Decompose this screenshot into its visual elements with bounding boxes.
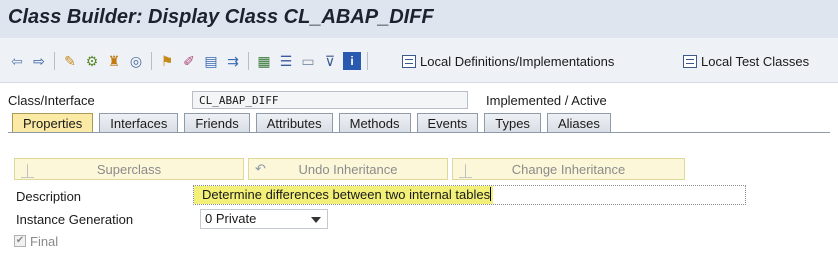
tab-properties[interactable]: Properties (12, 113, 94, 133)
tab-friends[interactable]: Friends (184, 113, 250, 133)
undo-inheritance-button[interactable]: ↶ Undo Inheritance (248, 158, 448, 180)
tab-panel-border (8, 132, 830, 133)
title-bar: Class Builder: Display Class CL_ABAP_DIF… (0, 0, 838, 38)
page-title: Class Builder: Display Class CL_ABAP_DIF… (8, 6, 434, 28)
toolbar-separator (151, 52, 152, 70)
tab-strip: Properties Interfaces Friends Attributes… (12, 113, 617, 133)
class-interface-label: Class/Interface (8, 93, 95, 108)
class-name-field[interactable]: CL_ABAP_DIFF (192, 91, 468, 109)
test-icon[interactable]: ◎ (127, 52, 145, 70)
filter-icon[interactable]: ⊽ (321, 52, 339, 70)
undo-inheritance-label: Undo Inheritance (298, 162, 398, 177)
tab-attributes[interactable]: Attributes (255, 113, 333, 133)
description-label: Description (16, 189, 82, 204)
other-object-icon[interactable]: ✎ (61, 52, 79, 70)
window-icon[interactable]: ☰ (277, 52, 295, 70)
description-field[interactable]: Determine differences between two intern… (193, 185, 746, 205)
superclass-label: Superclass (96, 162, 162, 177)
document-icon (402, 54, 416, 68)
final-label: Final (30, 234, 59, 249)
chevron-down-icon (311, 217, 321, 223)
tab-types[interactable]: Types (484, 113, 541, 133)
toolbar-icon-group: ⇦ ⇨ ✎ ⚙ ♜ ◎ ⚑ ✐ ▤ ⇉ ▦ ☰ ▭ ⊽ i (8, 52, 374, 70)
tab-interfaces[interactable]: Interfaces (99, 113, 179, 133)
toolbar-separator (248, 52, 249, 70)
text-cursor (490, 187, 492, 201)
frame-icon[interactable]: ▭ (299, 52, 317, 70)
activate-icon[interactable]: ♜ (105, 52, 123, 70)
tab-methods[interactable]: Methods (338, 113, 411, 133)
back-arrow-icon[interactable]: ⇦ (8, 52, 26, 70)
toolbar-separator (367, 52, 368, 70)
document-icon (683, 54, 697, 68)
application-toolbar: ⇦ ⇨ ✎ ⚙ ♜ ◎ ⚑ ✐ ▤ ⇉ ▦ ☰ ▭ ⊽ i Local Defi… (0, 38, 838, 83)
class-status: Implemented / Active (486, 93, 607, 108)
hierarchy-icon[interactable]: ⇉ (224, 52, 242, 70)
object-list-icon[interactable]: ✐ (180, 52, 198, 70)
description-value: Determine differences between two intern… (194, 186, 494, 204)
local-test-classes-label: Local Test Classes (701, 53, 810, 69)
local-definitions-button[interactable]: Local Definitions/Implementations (402, 51, 614, 71)
toolbar-separator (54, 52, 55, 70)
layout-icon[interactable]: ▦ (255, 52, 273, 70)
change-display-icon[interactable]: ⚙ (83, 52, 101, 70)
local-definitions-label: Local Definitions/Implementations (420, 53, 615, 69)
instance-generation-dropdown[interactable]: 0 Private (200, 209, 328, 229)
superclass-button[interactable]: ⏊ Superclass (14, 158, 244, 180)
instance-generation-value: 0 Private (205, 211, 257, 226)
final-checkbox[interactable]: ✔ (14, 235, 26, 247)
tab-aliases[interactable]: Aliases (546, 113, 611, 133)
instance-generation-label: Instance Generation (16, 212, 134, 227)
info-icon[interactable]: i (343, 52, 361, 70)
forward-arrow-icon[interactable]: ⇨ (30, 52, 48, 70)
change-inheritance-label: Change Inheritance (511, 162, 626, 177)
local-test-classes-button[interactable]: Local Test Classes (683, 51, 809, 71)
change-inheritance-button[interactable]: ⏊ Change Inheritance (452, 158, 685, 180)
tab-events[interactable]: Events (416, 113, 479, 133)
navigation-icon[interactable]: ▤ (202, 52, 220, 70)
where-used-icon[interactable]: ⚑ (158, 52, 176, 70)
